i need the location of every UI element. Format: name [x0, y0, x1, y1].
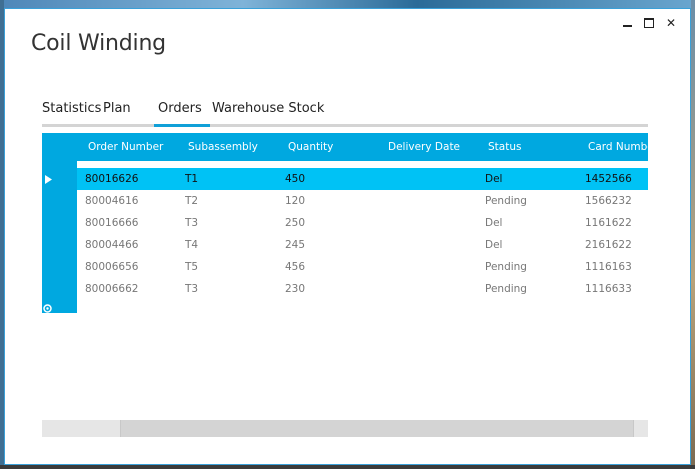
- orders-grid: Order Number Subassembly Quantity Delive…: [42, 133, 648, 313]
- cell-subassembly: T5: [185, 261, 199, 273]
- cell-subassembly: T3: [185, 217, 199, 229]
- cell-delivery-date: [385, 278, 475, 300]
- app-window: ✕ Coil Winding Statistics Plan Orders Wa…: [4, 8, 691, 465]
- cell-card-number: 1116163: [585, 261, 632, 273]
- new-row-icon[interactable]: [42, 303, 52, 313]
- horizontal-scrollbar[interactable]: [42, 420, 648, 437]
- desktop-backdrop-right: [691, 0, 695, 469]
- cell-card-number: 1566232: [585, 195, 632, 207]
- cell-order-number: 80016626: [85, 173, 139, 185]
- cell-status: Del: [485, 173, 503, 185]
- cell-subassembly: T3: [185, 283, 199, 295]
- cell-order-number: 80004616: [85, 195, 139, 207]
- app-title: Coil Winding: [31, 31, 166, 56]
- tab-active-indicator: [154, 124, 210, 127]
- cell-order-number: 80004466: [85, 239, 139, 251]
- cell-card-number: 2161622: [585, 239, 632, 251]
- cell-quantity: 120: [285, 195, 306, 207]
- tab-strip-divider: [42, 124, 648, 127]
- table-row[interactable]: 80006662 T3 230 Pending 1116633: [77, 278, 648, 300]
- table-row[interactable]: 80004466 T4 245 Del 2161622: [77, 234, 648, 256]
- close-icon: ✕: [665, 16, 677, 30]
- cell-delivery-date: [385, 212, 475, 234]
- table-row[interactable]: 80004616 T2 120 Pending 1566232: [77, 190, 648, 212]
- table-row[interactable]: 80006656 T5 456 Pending 1116163: [77, 256, 648, 278]
- tab-warehouse-stock[interactable]: Warehouse Stock: [212, 101, 324, 116]
- cell-quantity: 250: [285, 217, 306, 229]
- desktop-backdrop-bottom: [0, 465, 695, 469]
- cell-quantity: 456: [285, 261, 306, 273]
- minimize-button[interactable]: [616, 15, 638, 31]
- cell-card-number: 1452566: [585, 173, 632, 185]
- cell-subassembly: T2: [185, 195, 199, 207]
- column-header-subassembly[interactable]: Subassembly: [188, 133, 278, 161]
- cell-quantity: 230: [285, 283, 306, 295]
- maximize-button[interactable]: [638, 15, 660, 31]
- triangle-right-icon: [42, 168, 54, 190]
- cell-status: Pending: [485, 283, 527, 295]
- cell-status: Del: [485, 217, 503, 229]
- tab-statistics[interactable]: Statistics: [42, 101, 101, 116]
- cell-order-number: 80006662: [85, 283, 139, 295]
- grid-header: Order Number Subassembly Quantity Delive…: [42, 133, 648, 161]
- scrollbar-thumb[interactable]: [120, 420, 634, 437]
- column-header-delivery-date[interactable]: Delivery Date: [388, 133, 478, 161]
- minimize-icon: [622, 25, 632, 27]
- column-header-quantity[interactable]: Quantity: [288, 133, 378, 161]
- cell-subassembly: T4: [185, 239, 199, 251]
- table-row[interactable]: 80016666 T3 250 Del 1161622: [77, 212, 648, 234]
- cell-subassembly: T1: [185, 173, 199, 185]
- column-header-order-number[interactable]: Order Number: [88, 133, 168, 161]
- cell-quantity: 245: [285, 239, 306, 251]
- cell-order-number: 80006656: [85, 261, 139, 273]
- cell-quantity: 450: [285, 173, 306, 185]
- tab-orders[interactable]: Orders: [158, 101, 202, 116]
- cell-delivery-date: [385, 256, 475, 278]
- cell-delivery-date: [385, 168, 475, 190]
- column-header-card-number[interactable]: Card Number: [588, 133, 648, 161]
- cell-order-number: 80016666: [85, 217, 139, 229]
- tab-plan[interactable]: Plan: [103, 101, 131, 116]
- cell-card-number: 1116633: [585, 283, 632, 295]
- cell-delivery-date: [385, 190, 475, 212]
- cell-status: Del: [485, 239, 503, 251]
- cell-status: Pending: [485, 261, 527, 273]
- cell-delivery-date: [385, 234, 475, 256]
- close-button[interactable]: ✕: [660, 15, 682, 31]
- window-controls: ✕: [616, 15, 682, 31]
- cell-status: Pending: [485, 195, 527, 207]
- column-header-status[interactable]: Status: [488, 133, 578, 161]
- table-row[interactable]: 80016626 T1 450 Del 1452566: [77, 168, 648, 190]
- maximize-icon: [644, 18, 654, 28]
- cell-card-number: 1161622: [585, 217, 632, 229]
